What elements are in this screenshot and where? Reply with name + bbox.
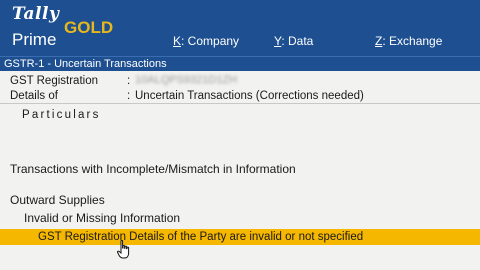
- particulars-column-header: Particulars: [22, 109, 101, 121]
- top-bar: Tally Prime GOLD K: Company Y: Data Z: E…: [0, 0, 480, 56]
- row-gst-registration-invalid-label: GST Registration Details of the Party ar…: [38, 231, 364, 243]
- gst-registration-label: GST Registration: [10, 75, 98, 87]
- details-of-value: Uncertain Transactions (Corrections need…: [135, 90, 364, 102]
- menu-exchange-label: : Exchange: [382, 34, 443, 48]
- details-of-label: Details of: [10, 90, 58, 102]
- gst-registration-value: 10ALQPS9321D1ZH: [135, 74, 238, 86]
- report-title-bar: GSTR-1 - Uncertain Transactions: [0, 56, 480, 71]
- particulars-header: Particulars: [0, 103, 480, 126]
- menu-company-shortcut: K: [173, 34, 182, 48]
- row-incomplete-mismatch[interactable]: Transactions with Incomplete/Mismatch in…: [10, 162, 296, 176]
- row-outward-supplies[interactable]: Outward Supplies: [10, 193, 105, 207]
- menu-company-label: : Company: [181, 34, 240, 48]
- hand-pointer-icon: [117, 240, 130, 259]
- report-title: GSTR-1 - Uncertain Transactions: [4, 58, 167, 70]
- menu-data[interactable]: Y: Data: [274, 34, 313, 48]
- row-invalid-missing-info[interactable]: Invalid or Missing Information: [24, 211, 180, 225]
- menu-company[interactable]: K: Company: [173, 34, 239, 48]
- tally-logo: Tally: [12, 4, 60, 24]
- gold-edition-label: GOLD: [64, 18, 114, 37]
- menu-exchange[interactable]: Z: Exchange: [375, 34, 442, 48]
- row-gst-registration-invalid-selected[interactable]: GST Registration Details of the Party ar…: [0, 229, 480, 245]
- menu-data-label: : Data: [281, 34, 314, 48]
- gst-registration-colon: :: [127, 75, 131, 87]
- details-of-colon: :: [127, 90, 131, 102]
- prime-logo-text: Prime: [12, 30, 57, 49]
